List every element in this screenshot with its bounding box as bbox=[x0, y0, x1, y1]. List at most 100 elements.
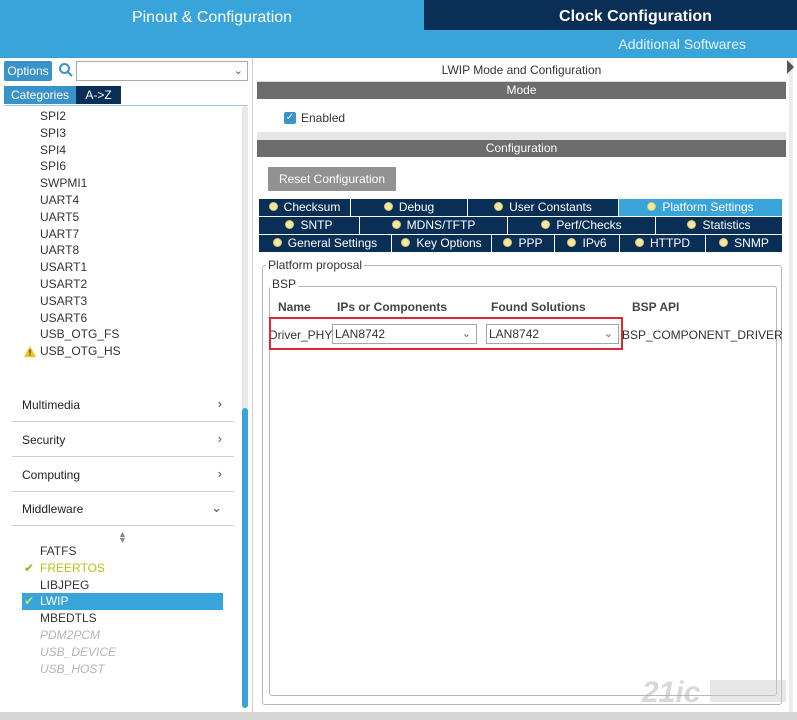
category-middleware[interactable]: Middleware ⌄ bbox=[12, 492, 234, 526]
list-item[interactable]: UART5 bbox=[0, 209, 240, 226]
tab-key-options[interactable]: Key Options bbox=[392, 235, 492, 252]
middleware-item[interactable]: USB_HOST bbox=[0, 661, 240, 678]
enabled-checkbox[interactable]: ✓ Enabled bbox=[284, 111, 346, 125]
bsp-label: BSP bbox=[270, 277, 299, 291]
search-input[interactable]: ⌄ bbox=[76, 61, 248, 81]
mode-header: Mode bbox=[257, 82, 786, 99]
tab-debug[interactable]: Debug bbox=[351, 199, 468, 216]
middleware-item-label: FREERTOS bbox=[40, 560, 105, 575]
middleware-item-label: PDM2PCM bbox=[40, 627, 101, 642]
checkmark-icon[interactable]: ✓ bbox=[284, 112, 296, 124]
list-item[interactable]: USB_OTG_FS bbox=[0, 326, 240, 343]
watermark-logo: 21ic bbox=[641, 676, 786, 709]
middleware-item[interactable]: ✔ LWIP bbox=[22, 593, 223, 611]
right-scrollbar[interactable] bbox=[789, 58, 793, 712]
list-item[interactable]: SWPMI1 bbox=[0, 175, 240, 192]
list-item[interactable]: USART6 bbox=[0, 310, 240, 327]
highlight-annotation bbox=[269, 317, 623, 350]
tab-user-constants[interactable]: User Constants bbox=[468, 199, 619, 216]
tab-checksum[interactable]: Checksum bbox=[259, 199, 351, 216]
middleware-item-label: MBEDTLS bbox=[40, 611, 97, 626]
middleware-item-label: USB_HOST bbox=[40, 661, 105, 676]
divider bbox=[4, 105, 248, 106]
tab-perf-checks[interactable]: Perf/Checks bbox=[508, 217, 656, 234]
tab-pinout-configuration[interactable]: Pinout & Configuration bbox=[0, 0, 424, 58]
tab-label: SNTP bbox=[300, 218, 333, 232]
list-item[interactable]: UART8 bbox=[0, 242, 240, 259]
column-header-solutions: Found Solutions bbox=[491, 300, 586, 314]
list-item[interactable]: UART4 bbox=[0, 192, 240, 209]
tab-general-settings[interactable]: General Settings bbox=[259, 235, 392, 252]
list-item[interactable]: SPI2 bbox=[0, 108, 240, 125]
tab-clock-configuration[interactable]: Clock Configuration bbox=[424, 0, 797, 30]
list-item[interactable]: SPI4 bbox=[0, 142, 240, 159]
tab-mdns-tftp[interactable]: MDNS/TFTP bbox=[360, 217, 508, 234]
category-computing[interactable]: Computing › bbox=[12, 458, 234, 492]
options-button[interactable]: Options bbox=[4, 61, 52, 81]
collapse-arrow-icon[interactable] bbox=[787, 60, 794, 74]
list-item[interactable]: USB_OTG_HS bbox=[0, 343, 240, 360]
status-dot-icon bbox=[391, 220, 401, 229]
list-item[interactable]: SPI6 bbox=[0, 158, 240, 175]
sort-icon[interactable]: ▲ ▼ bbox=[118, 530, 127, 545]
middleware-item-label: FATFS bbox=[40, 544, 77, 558]
status-dot-icon bbox=[567, 238, 577, 247]
reset-configuration-button[interactable]: Reset Configuration bbox=[268, 167, 396, 191]
additional-softwares-link[interactable]: Additional Softwares bbox=[424, 36, 746, 52]
middleware-item[interactable]: ✔ FREERTOS bbox=[0, 560, 240, 577]
status-dot-icon bbox=[494, 202, 504, 211]
list-item-label: UART7 bbox=[40, 226, 80, 241]
middleware-item[interactable]: USB_DEVICE bbox=[0, 644, 240, 661]
category-multimedia[interactable]: Multimedia › bbox=[12, 388, 234, 422]
category-security[interactable]: Security › bbox=[12, 423, 234, 457]
tab-ipv6[interactable]: IPv6 bbox=[555, 235, 620, 252]
scrollbar-thumb[interactable] bbox=[242, 408, 248, 708]
tab-snmp[interactable]: SNMP bbox=[706, 235, 783, 252]
splitter[interactable] bbox=[257, 132, 786, 140]
status-dot-icon bbox=[272, 238, 282, 247]
tab-label: HTTPD bbox=[650, 236, 690, 250]
tab-ppp[interactable]: PPP bbox=[492, 235, 555, 252]
enabled-label: Enabled bbox=[301, 111, 346, 125]
warning-icon bbox=[24, 346, 36, 358]
category-label: Multimedia bbox=[22, 398, 81, 412]
status-dot-icon bbox=[647, 202, 657, 211]
tab-label: Perf/Checks bbox=[556, 218, 622, 232]
list-item-label: USART3 bbox=[40, 293, 88, 308]
tab-label: IPv6 bbox=[582, 236, 607, 250]
tab-statistics[interactable]: Statistics bbox=[656, 217, 783, 234]
tab-httpd[interactable]: HTTPD bbox=[620, 235, 706, 252]
middleware-item[interactable]: PDM2PCM bbox=[0, 627, 240, 644]
list-item[interactable]: SPI3 bbox=[0, 125, 240, 142]
configuration-header: Configuration bbox=[257, 140, 786, 157]
chevron-right-icon: › bbox=[217, 431, 222, 446]
column-header-ips: IPs or Components bbox=[337, 300, 448, 314]
list-item[interactable]: USART1 bbox=[0, 259, 240, 276]
chevron-right-icon: › bbox=[217, 466, 222, 481]
right-panel: LWIP Mode and Configuration Mode ✓ Enabl… bbox=[257, 58, 786, 712]
tab-a-z[interactable]: A->Z bbox=[76, 86, 121, 104]
tab-platform-settings[interactable]: Platform Settings bbox=[619, 199, 783, 216]
search-icon[interactable] bbox=[58, 62, 74, 78]
tab-sntp[interactable]: SNTP bbox=[259, 217, 360, 234]
tab-label: Platform Settings bbox=[662, 200, 754, 214]
list-item-label: UART8 bbox=[40, 243, 80, 258]
tab-label: Statistics bbox=[702, 218, 751, 232]
tab-label: Debug bbox=[398, 200, 435, 214]
chevron-right-icon: › bbox=[217, 396, 222, 411]
tab-label: General Settings bbox=[287, 236, 378, 250]
middleware-item[interactable]: FATFS bbox=[0, 543, 240, 560]
tab-label: User Constants bbox=[509, 200, 592, 214]
list-item[interactable]: USART2 bbox=[0, 276, 240, 293]
tab-categories[interactable]: Categories bbox=[4, 86, 76, 104]
chevron-down-icon[interactable]: ⌄ bbox=[234, 64, 243, 77]
middleware-item[interactable]: LIBJPEG bbox=[0, 577, 240, 594]
status-dot-icon bbox=[541, 220, 551, 229]
list-item[interactable]: UART7 bbox=[0, 226, 240, 243]
tab-row: Checksum Debug User Constants Platform Sett… bbox=[259, 199, 784, 217]
tab-label: MDNS/TFTP bbox=[406, 218, 476, 232]
tab-label: PPP bbox=[518, 236, 543, 250]
list-item[interactable]: USART3 bbox=[0, 293, 240, 310]
bottom-bar bbox=[0, 712, 797, 720]
middleware-item[interactable]: MBEDTLS bbox=[0, 610, 240, 627]
